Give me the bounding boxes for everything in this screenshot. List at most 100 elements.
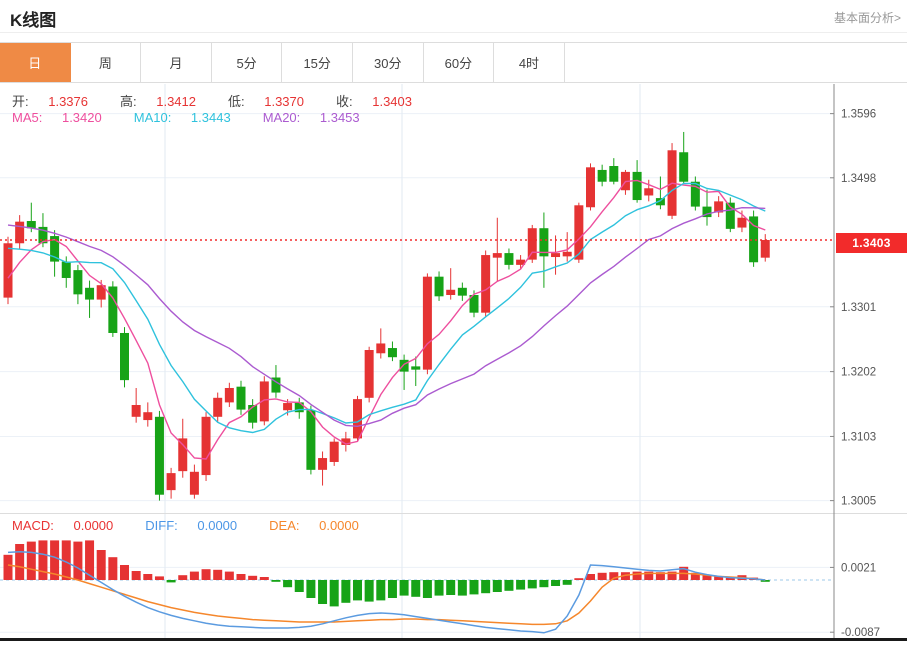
period-tab-8[interactable]: 4时 (494, 43, 565, 82)
candle-body (201, 416, 211, 476)
candle-body (399, 359, 409, 372)
period-tab-1[interactable]: 日 (0, 43, 71, 82)
period-tab-7[interactable]: 60分 (423, 43, 495, 82)
macd-bar (213, 569, 223, 580)
macd-bar (597, 572, 607, 580)
candle-body (189, 471, 199, 495)
candle-body (236, 386, 246, 410)
period-tab-2[interactable]: 周 (70, 43, 142, 82)
macd-bar (446, 580, 456, 595)
candle-body (364, 350, 374, 398)
period-tab-4[interactable]: 5分 (211, 43, 283, 82)
macd-bar (154, 576, 164, 580)
macd-bar (551, 580, 561, 586)
macd-bar (96, 550, 106, 580)
macd-bar (3, 554, 13, 580)
candlestick-chart[interactable]: 1.3596 1.3498 1.3301 1.3202 1.3103 1.3005 (0, 84, 907, 513)
candle-body (586, 167, 595, 208)
candle-body (632, 171, 642, 201)
candle-body (597, 169, 607, 182)
candle-body (376, 343, 386, 354)
price-tick-label: 1.3301 (841, 302, 876, 314)
macd-bar (259, 577, 269, 580)
candle-body (154, 416, 164, 495)
macd-bar (387, 580, 397, 598)
macd-legend-item: DEA: 0.0000 (269, 518, 359, 533)
candle-body (166, 473, 176, 491)
header: K线图 基本面分析> (0, 0, 907, 32)
macd-bar (38, 540, 48, 580)
macd-bar (434, 580, 444, 596)
macd-bar (353, 580, 362, 601)
candle-body (283, 403, 293, 411)
macd-bar (108, 557, 118, 580)
period-tab-3[interactable]: 月 (141, 43, 212, 82)
macd-bar (15, 544, 25, 580)
price-tick-label: 1.3005 (841, 496, 876, 508)
chart-bottom-border (0, 638, 907, 641)
macd-tick-label: 0.0021 (841, 562, 876, 574)
fundamental-analysis-link[interactable]: 基本面分析> (834, 9, 901, 26)
macd-bar (318, 580, 328, 604)
candle-body (387, 348, 397, 358)
kline-chart-area: 1.3596 1.3498 1.3301 1.3202 1.3103 1.3005 0.0… (0, 84, 907, 645)
ohlc-legend-item: 收: 1.3403 (336, 94, 412, 109)
macd-bar (341, 580, 351, 603)
macd-bar (236, 574, 246, 580)
candle-body (3, 243, 13, 298)
period-tab-5[interactable]: 15分 (282, 43, 353, 82)
macd-bar (457, 580, 467, 596)
price-tick-label: 1.3202 (841, 367, 876, 379)
candle-body (73, 270, 83, 295)
candle-body (574, 205, 584, 260)
candle-body (318, 458, 328, 470)
macd-bar (376, 580, 386, 601)
price-tick-label: 1.3103 (841, 431, 876, 443)
macd-bar (271, 580, 281, 582)
diff-line (7, 551, 766, 634)
candle-body (504, 253, 514, 265)
candle-body (481, 255, 491, 313)
macd-bar (166, 580, 176, 583)
macd-bar (120, 565, 129, 580)
candle-body (527, 228, 537, 260)
macd-bar (411, 580, 421, 597)
macd-bar (481, 580, 491, 594)
macd-bar (329, 580, 339, 607)
ma-legend-item: MA20: 1.3453 (262, 110, 360, 125)
candle-body (61, 261, 71, 278)
candle-body (609, 166, 619, 182)
ma-legend-item: MA5: 1.3420 (12, 110, 102, 125)
macd-bar (283, 580, 293, 588)
macd-bar (178, 575, 188, 580)
candle-body (178, 438, 188, 472)
candle-body (422, 276, 432, 370)
candle-body (353, 399, 362, 439)
macd-bar (248, 575, 258, 580)
macd-bar (364, 580, 374, 602)
price-tick-label: 1.3498 (841, 173, 876, 185)
macd-bar (224, 571, 234, 580)
macd-bar (143, 574, 153, 580)
candle-body (213, 397, 223, 417)
candle-body (679, 152, 689, 182)
macd-legend: MACD: 0.0000 DIFF: 0.0000 DEA: 0.0000 (12, 518, 391, 533)
candle-body (120, 332, 129, 381)
macd-bar (399, 580, 409, 596)
candle-body (737, 217, 747, 228)
candle-body (551, 253, 561, 258)
macd-tick-label: -0.0087 (841, 627, 880, 639)
ohlc-legend-item: 高: 1.3412 (120, 94, 196, 109)
macd-bar (539, 580, 549, 588)
macd-bar (504, 580, 514, 591)
macd-bar (632, 571, 642, 580)
candle-body (457, 287, 467, 296)
macd-bar (201, 569, 211, 580)
macd-bar (306, 580, 316, 598)
ma-legend: MA5: 1.3420 MA10: 1.3443 MA20: 1.3453 (12, 110, 392, 125)
ohlc-legend-item: 开: 1.3376 (12, 94, 88, 109)
macd-bar (516, 580, 526, 590)
candle-body (143, 412, 153, 421)
page-title: K线图 (10, 11, 57, 30)
period-tab-6[interactable]: 30分 (352, 43, 424, 82)
